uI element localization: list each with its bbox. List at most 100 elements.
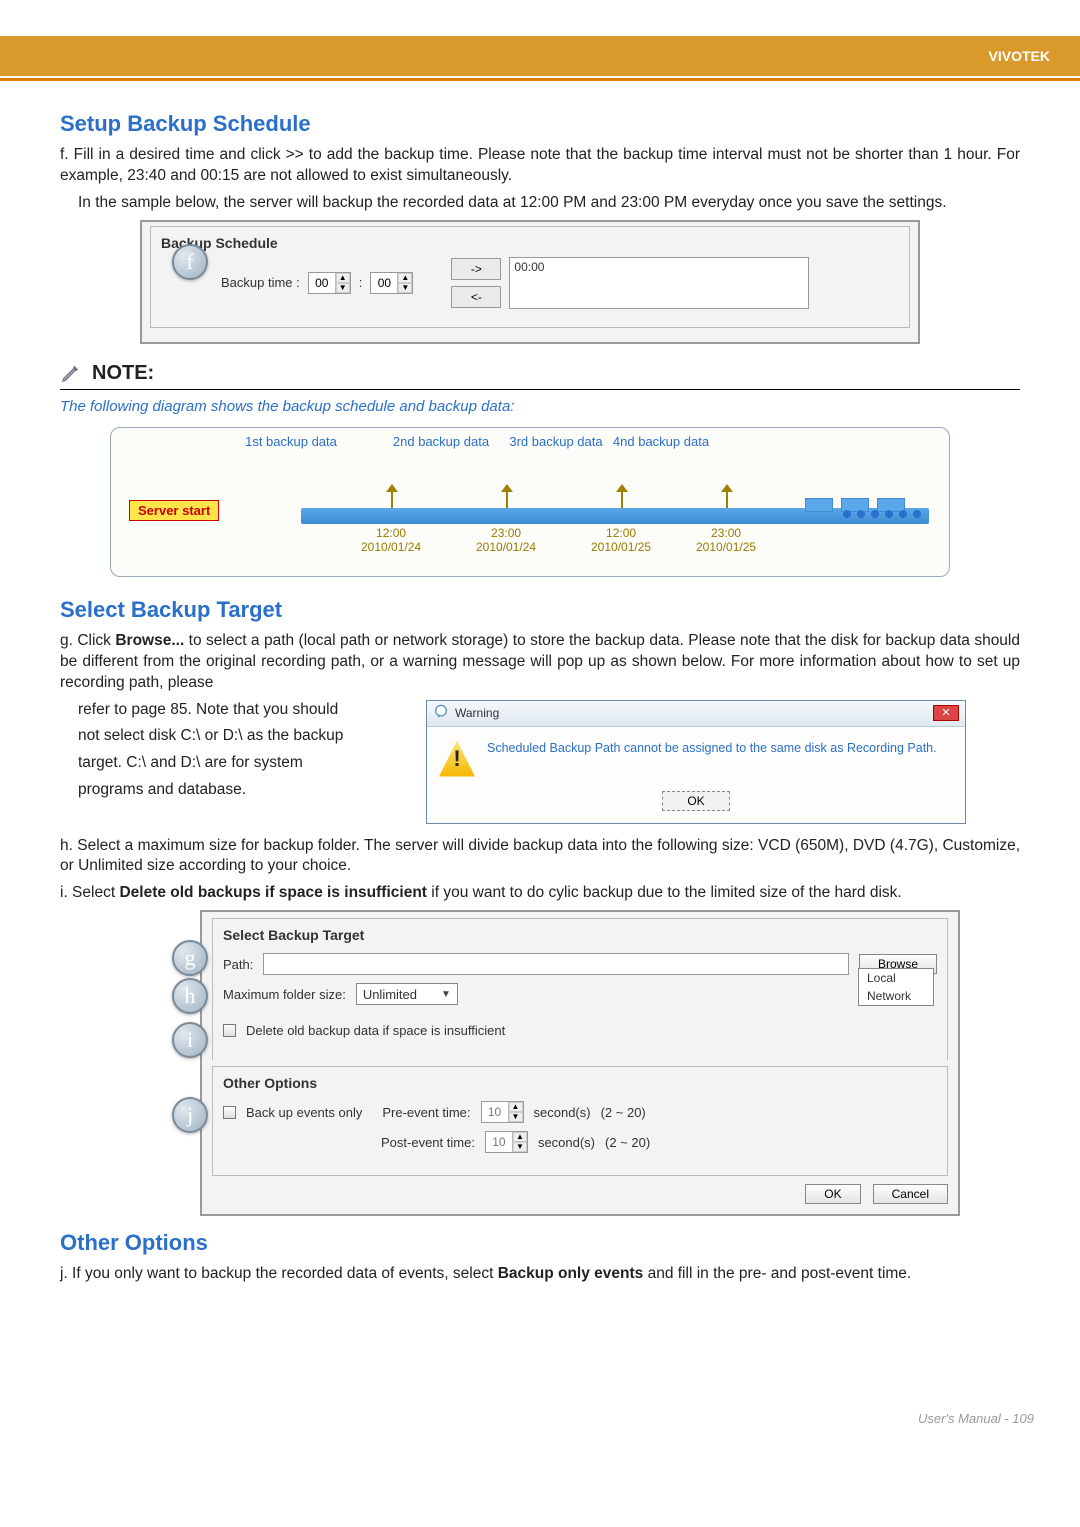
backup-hour-input[interactable] xyxy=(309,273,335,293)
backup-time-list-item[interactable]: 00:00 xyxy=(514,260,804,274)
dialog-buttons: OK Cancel xyxy=(212,1176,948,1204)
pre-up-button[interactable]: ▲ xyxy=(509,1102,523,1112)
header-bar: VIVOTEK xyxy=(0,36,1080,76)
backup-events-checkbox[interactable] xyxy=(223,1106,236,1119)
hour-down-button[interactable]: ▼ xyxy=(336,283,350,293)
backup-hour-spinner[interactable]: ▲ ▼ xyxy=(308,272,351,294)
note-label: NOTE: xyxy=(92,362,154,385)
cancel-button[interactable]: Cancel xyxy=(873,1184,948,1204)
callout-f: f xyxy=(172,244,208,280)
post-event-row: Post-event time: ▲ ▼ second(s) (2 ~ 20) xyxy=(223,1127,937,1157)
post-down-button[interactable]: ▼ xyxy=(513,1142,527,1152)
time-4: 23:002010/01/25 xyxy=(696,526,756,554)
paragraph-g-s2: not select disk C:\ or D:\ as the backup xyxy=(60,726,420,747)
page-footer: User's Manual - 109 xyxy=(0,1351,1080,1446)
browse-option-local[interactable]: Local xyxy=(859,969,933,987)
backup-schedule-group: Backup Schedule Backup time : ▲ ▼ : ▲ ▼ xyxy=(150,226,910,328)
other-options-group-title: Other Options xyxy=(223,1075,937,1091)
callout-g: g xyxy=(172,940,208,976)
pre-event-spinner[interactable]: ▲ ▼ xyxy=(481,1101,524,1123)
backup-schedule-group-title: Backup Schedule xyxy=(161,235,899,251)
backup-events-label: Back up events only xyxy=(246,1105,362,1120)
diagram-continuation-dots xyxy=(843,510,921,518)
post-event-input[interactable] xyxy=(486,1132,512,1152)
diagram-label-1: 1st backup data xyxy=(241,434,341,449)
note-bar: NOTE: xyxy=(60,358,1020,390)
diagram-segment-1 xyxy=(805,498,833,512)
select-backup-title: Select Backup Target xyxy=(60,597,1020,623)
chevron-down-icon: ▼ xyxy=(441,989,451,1000)
pre-down-button[interactable]: ▼ xyxy=(509,1112,523,1122)
page-content: Setup Backup Schedule f. Fill in a desir… xyxy=(0,81,1080,1351)
post-up-button[interactable]: ▲ xyxy=(513,1132,527,1142)
warning-title: Warning xyxy=(455,706,927,720)
pre-event-input[interactable] xyxy=(482,1102,508,1122)
warning-ok-button[interactable]: OK xyxy=(662,791,729,811)
post-range: (2 ~ 20) xyxy=(605,1135,650,1150)
paragraph-f2: In the sample below, the server will bac… xyxy=(60,193,1020,214)
backup-minute-spinner[interactable]: ▲ ▼ xyxy=(370,272,413,294)
diagram-label-2: 2nd backup data xyxy=(391,434,491,449)
events-row: Back up events only Pre-event time: ▲ ▼ … xyxy=(223,1097,937,1127)
callout-j: j xyxy=(172,1097,208,1133)
select-backup-target-screenshot: Select Backup Target Path: Browse Local … xyxy=(200,910,960,1216)
paragraph-i: i. Select Delete old backups if space is… xyxy=(60,883,1020,904)
callout-h: h xyxy=(172,978,208,1014)
max-folder-select[interactable]: Unlimited ▼ xyxy=(356,983,458,1005)
pencil-icon xyxy=(60,362,82,384)
warning-balloon-icon xyxy=(433,704,449,723)
diagram-label-3: 3rd backup data xyxy=(506,434,606,449)
pre-range: (2 ~ 20) xyxy=(601,1105,646,1120)
minute-up-button[interactable]: ▲ xyxy=(398,273,412,283)
post-seconds: second(s) xyxy=(538,1135,595,1150)
arrow-1 xyxy=(391,492,393,508)
path-label: Path: xyxy=(223,957,253,972)
pre-event-label: Pre-event time: xyxy=(382,1105,470,1120)
warning-message: Scheduled Backup Path cannot be assigned… xyxy=(487,741,937,755)
paragraph-g-s3: target. C:\ and D:\ are for system xyxy=(60,753,420,774)
backup-time-row: Backup time : ▲ ▼ : ▲ ▼ xyxy=(161,257,899,309)
note-text: The following diagram shows the backup s… xyxy=(60,398,1020,415)
path-input[interactable] xyxy=(263,953,849,975)
browse-option-network[interactable]: Network xyxy=(859,987,933,1005)
warning-footer: OK xyxy=(427,791,965,823)
close-icon[interactable]: ✕ xyxy=(933,705,959,721)
paragraph-g-s1: refer to page 85. Note that you should xyxy=(60,700,420,721)
paragraph-g-s4: programs and database. xyxy=(60,780,420,801)
paragraph-j: j. If you only want to backup the record… xyxy=(60,1264,1020,1285)
backup-schedule-screenshot: Backup Schedule Backup time : ▲ ▼ : ▲ ▼ xyxy=(140,220,920,344)
delete-old-checkbox[interactable] xyxy=(223,1024,236,1037)
time-3: 12:002010/01/25 xyxy=(591,526,651,554)
hour-up-button[interactable]: ▲ xyxy=(336,273,350,283)
browse-dropdown[interactable]: Local Network xyxy=(858,968,934,1006)
other-options-title: Other Options xyxy=(60,1230,1020,1256)
minute-down-button[interactable]: ▼ xyxy=(398,283,412,293)
delete-old-row: Delete old backup data if space is insuf… xyxy=(223,1019,937,1042)
max-folder-label: Maximum folder size: xyxy=(223,987,346,1002)
post-event-spinner[interactable]: ▲ ▼ xyxy=(485,1131,528,1153)
warning-body: ! Scheduled Backup Path cannot be assign… xyxy=(427,727,965,791)
paragraph-g-main: g. Click Browse... to select a path (loc… xyxy=(60,631,1020,694)
footer-page: 109 xyxy=(1012,1411,1034,1426)
callout-i: i xyxy=(172,1022,208,1058)
warning-triangle-icon: ! xyxy=(439,741,475,777)
post-event-label: Post-event time: xyxy=(381,1135,475,1150)
time-colon: : xyxy=(359,275,363,290)
remove-time-button[interactable]: <- xyxy=(451,286,501,308)
backup-minute-input[interactable] xyxy=(371,273,397,293)
diagram-label-4: 4nd backup data xyxy=(611,434,711,449)
server-start-tag: Server start xyxy=(129,500,219,521)
other-options-group: Other Options Back up events only Pre-ev… xyxy=(212,1066,948,1176)
footer-label: User's Manual - xyxy=(918,1411,1009,1426)
arrow-3 xyxy=(621,492,623,508)
time-1: 12:002010/01/24 xyxy=(361,526,421,554)
backup-time-list[interactable]: 00:00 xyxy=(509,257,809,309)
setup-backup-title: Setup Backup Schedule xyxy=(60,111,1020,137)
ok-button[interactable]: OK xyxy=(805,1184,860,1204)
add-time-button[interactable]: -> xyxy=(451,258,501,280)
brand-text: VIVOTEK xyxy=(989,48,1050,64)
paragraph-h: h. Select a maximum size for backup fold… xyxy=(60,836,1020,878)
arrow-2 xyxy=(506,492,508,508)
pre-seconds: second(s) xyxy=(534,1105,591,1120)
max-folder-row: Maximum folder size: Unlimited ▼ xyxy=(223,979,937,1009)
